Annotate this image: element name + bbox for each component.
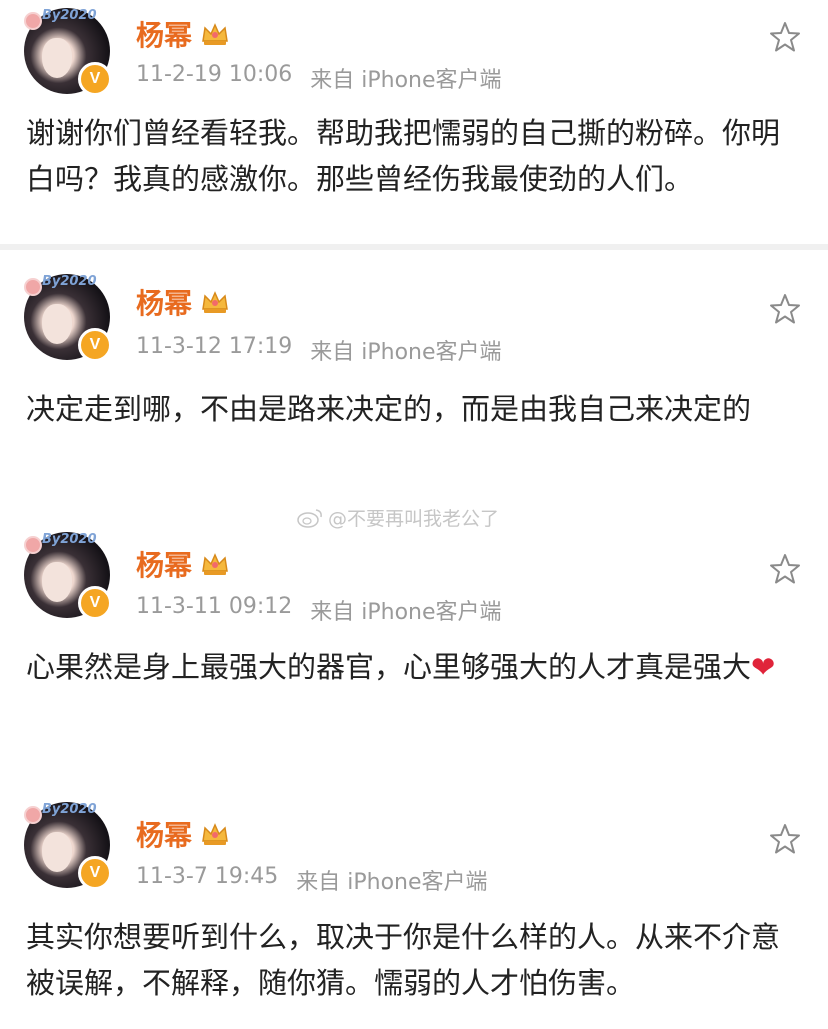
avatar-decoration-text: By2020 xyxy=(42,532,97,547)
post-time: 11-3-12 17:19 xyxy=(136,334,293,359)
post-source: 来自 iPhone客户端 xyxy=(296,870,488,895)
username[interactable]: 杨幂 xyxy=(136,14,230,54)
username[interactable]: 杨幂 xyxy=(136,282,230,322)
avatar-decoration-text: By2020 xyxy=(42,274,97,289)
verified-badge-icon: V xyxy=(78,62,112,96)
post-content: 谢谢你们曾经看轻我。帮助我把懦弱的自己撕的粉碎。你明白吗？我真的感激你。那些曾经… xyxy=(26,116,781,196)
post-text: 心果然是身上最强大的器官，心里够强大的人才真是强大 xyxy=(26,650,752,684)
avatar[interactable]: By2020 V xyxy=(24,8,112,96)
weibo-post: By2020 V 杨幂 11-3-11 09:12 来自 iPhone客户端 心… xyxy=(0,526,828,766)
avatar-decoration-text: By2020 xyxy=(42,8,97,23)
username[interactable]: 杨幂 xyxy=(136,814,230,854)
post-time: 11-2-19 10:06 xyxy=(136,62,293,87)
post-content: 心果然是身上最强大的器官，心里够强大的人才真是强大❤ xyxy=(26,644,806,690)
post-time: 11-3-7 19:45 xyxy=(136,864,279,889)
username-text[interactable]: 杨幂 xyxy=(136,544,192,584)
weibo-post: By2020 V 杨幂 11-2-19 10:06 来自 iPhone客户端 谢… xyxy=(0,0,828,240)
flower-decoration-icon xyxy=(24,806,42,824)
post-source: 来自 iPhone客户端 xyxy=(310,600,502,625)
avatar[interactable]: By2020 V xyxy=(24,274,112,362)
crown-icon xyxy=(202,291,228,313)
crown-icon xyxy=(202,23,228,45)
verified-badge-icon: V xyxy=(78,328,112,362)
star-icon[interactable] xyxy=(768,20,802,54)
username[interactable]: 杨幂 xyxy=(136,544,230,584)
avatar-decoration-text: By2020 xyxy=(42,802,97,817)
flower-decoration-icon xyxy=(24,536,42,554)
crown-icon xyxy=(202,553,228,575)
username-text[interactable]: 杨幂 xyxy=(136,814,192,854)
post-meta: 11-3-7 19:45 来自 iPhone客户端 xyxy=(136,864,488,896)
post-time: 11-3-11 09:12 xyxy=(136,594,293,619)
username-text[interactable]: 杨幂 xyxy=(136,282,192,322)
verified-badge-icon: V xyxy=(78,856,112,890)
flower-decoration-icon xyxy=(24,12,42,30)
post-source: 来自 iPhone客户端 xyxy=(310,68,502,93)
avatar[interactable]: By2020 V xyxy=(24,802,112,890)
flower-decoration-icon xyxy=(24,278,42,296)
weibo-post: By2020 V 杨幂 11-3-12 17:19 来自 iPhone客户端 决… xyxy=(0,262,828,492)
post-source: 来自 iPhone客户端 xyxy=(310,340,502,365)
avatar[interactable]: By2020 V xyxy=(24,532,112,620)
star-icon[interactable] xyxy=(768,292,802,326)
post-meta: 11-2-19 10:06 来自 iPhone客户端 xyxy=(136,62,502,94)
post-content: 决定走到哪，不由是路来决定的，而是由我自己来决定的 xyxy=(26,392,752,426)
username-text[interactable]: 杨幂 xyxy=(136,14,192,54)
post-content: 其实你想要听到什么，取决于你是什么样的人。从来不介意被误解，不解释，随你猜。懦弱… xyxy=(26,920,781,1000)
weibo-post: By2020 V 杨幂 11-3-7 19:45 来自 iPhone客户端 其实… xyxy=(0,796,828,1029)
star-icon[interactable] xyxy=(768,552,802,586)
post-meta: 11-3-11 09:12 来自 iPhone客户端 xyxy=(136,594,502,626)
verified-badge-icon: V xyxy=(78,586,112,620)
divider xyxy=(0,244,828,250)
star-icon[interactable] xyxy=(768,822,802,856)
heart-emoji-icon: ❤ xyxy=(751,650,776,684)
post-meta: 11-3-12 17:19 来自 iPhone客户端 xyxy=(136,334,502,366)
crown-icon xyxy=(202,823,228,845)
